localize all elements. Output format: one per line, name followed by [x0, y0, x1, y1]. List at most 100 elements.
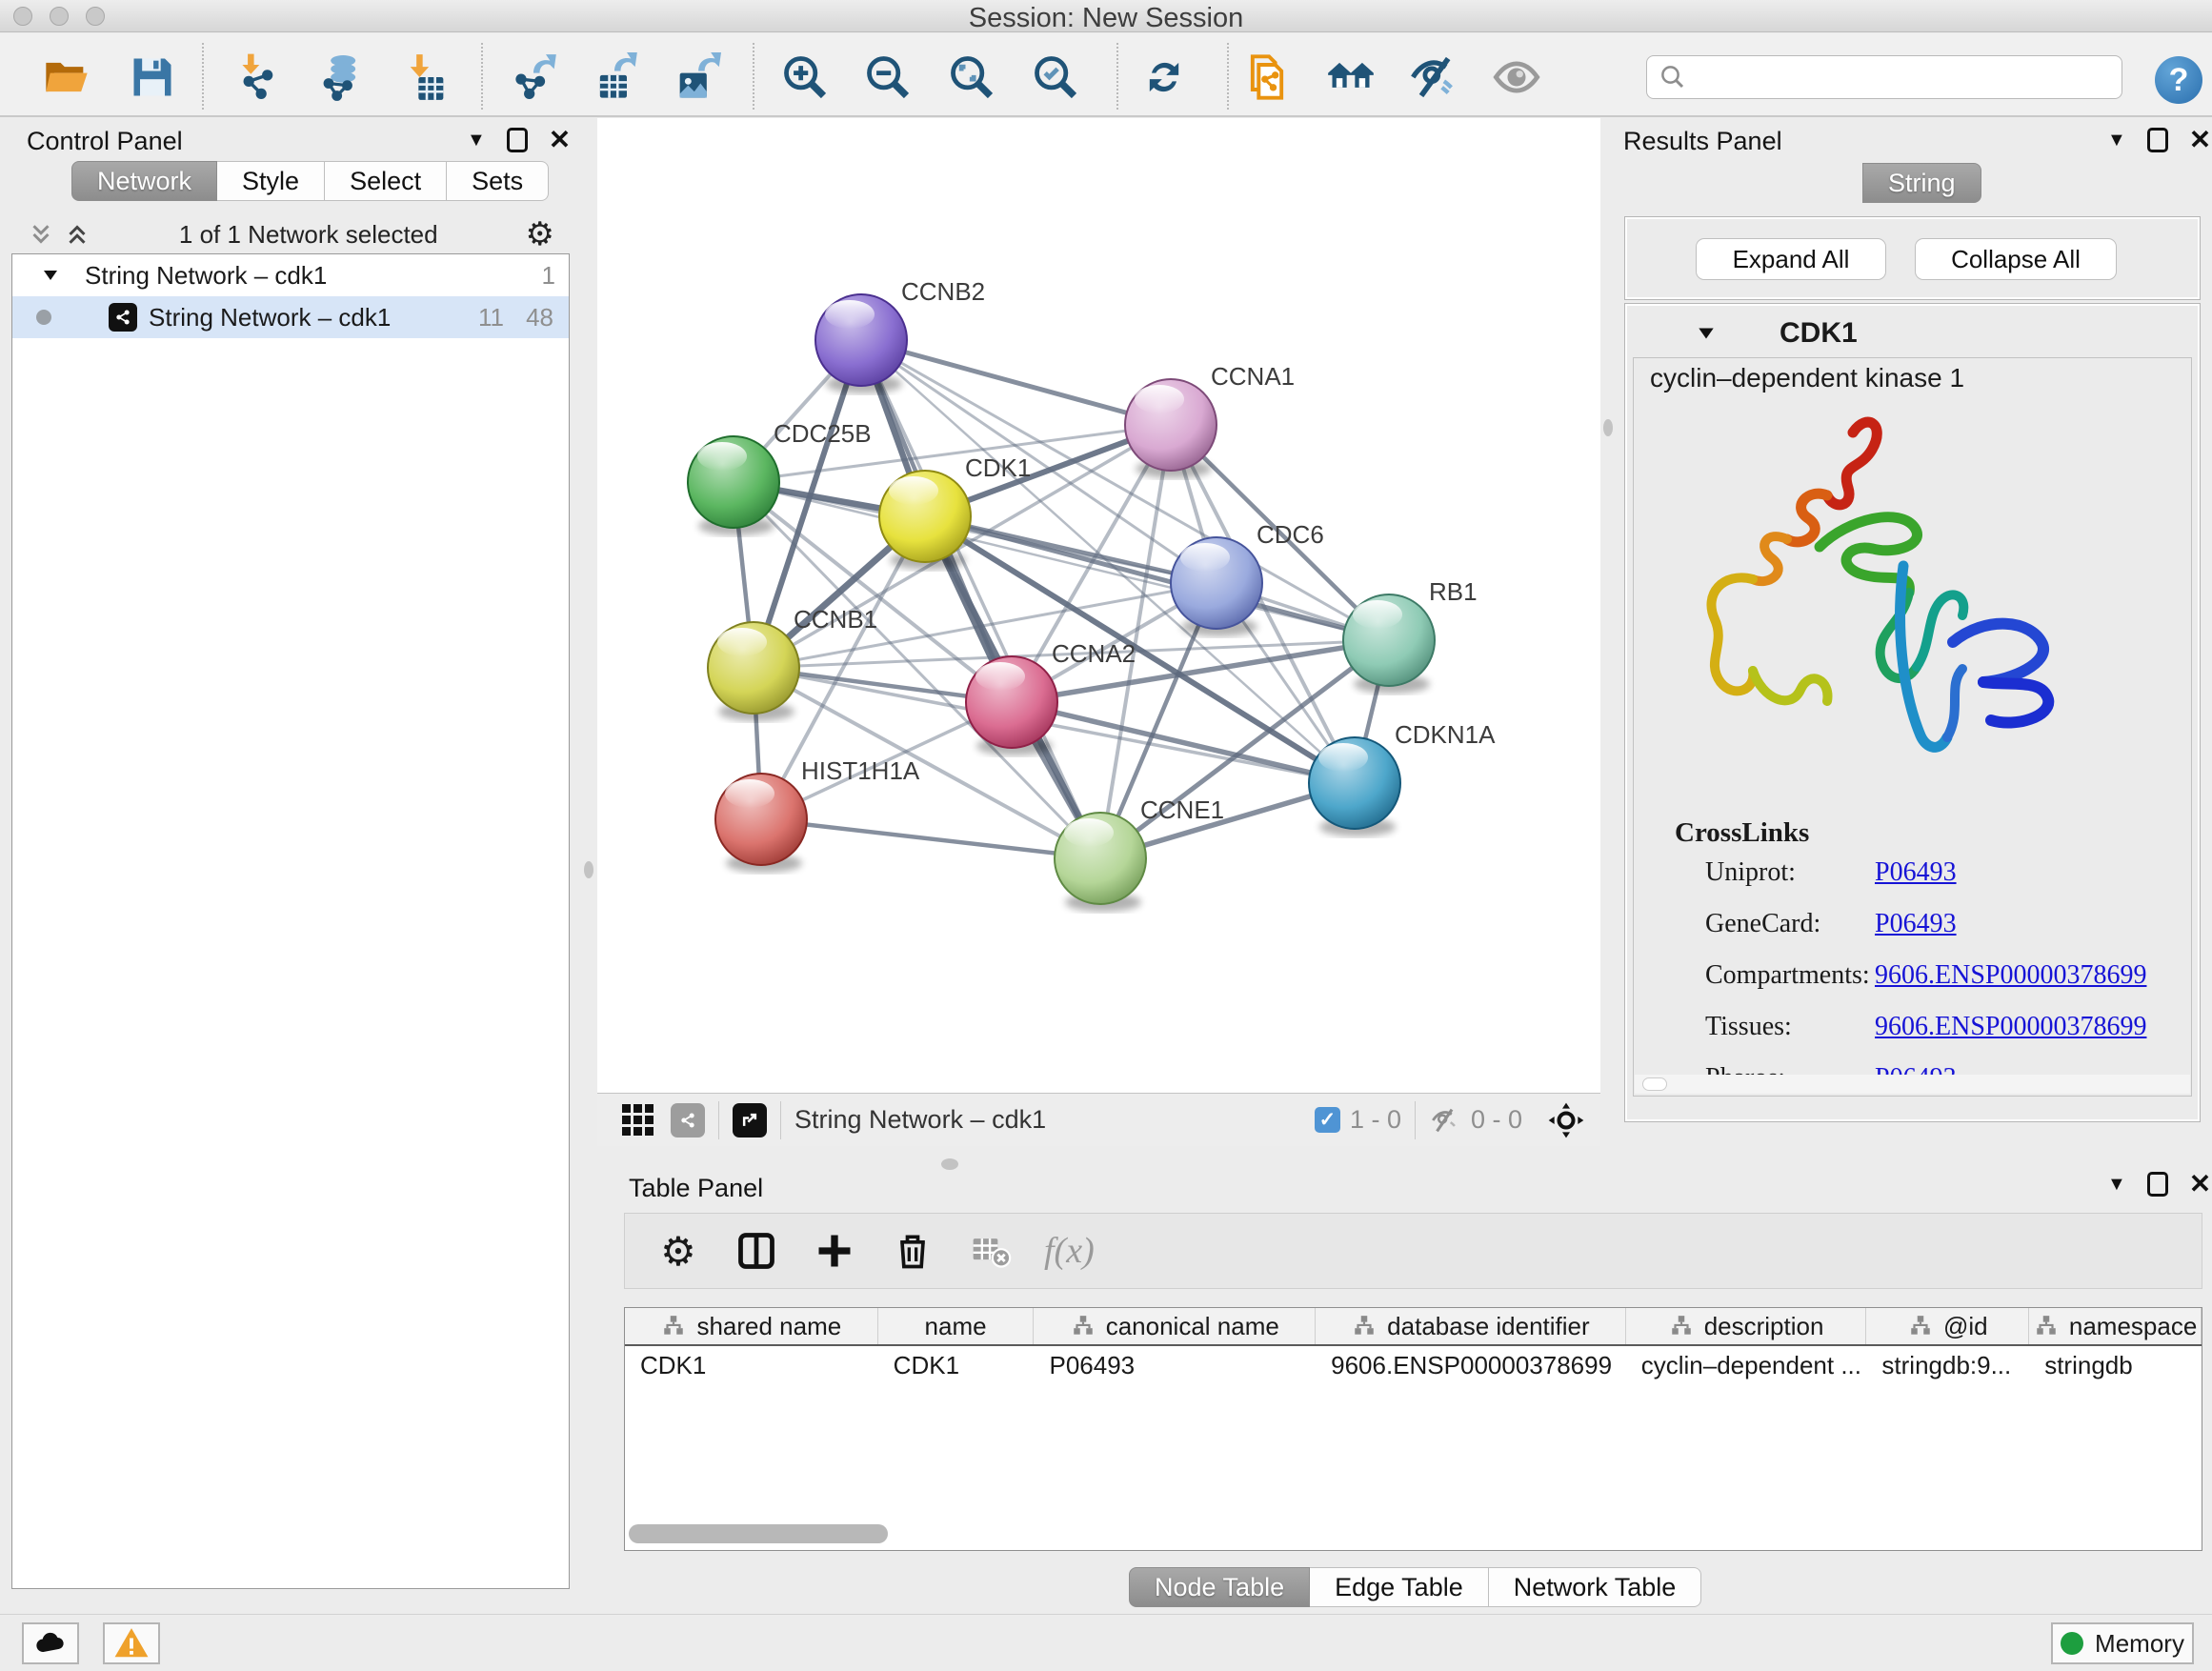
tab-network-table[interactable]: Network Table: [1489, 1567, 1702, 1607]
column-header-namespace[interactable]: namespace: [2029, 1308, 2202, 1344]
network-collection-row[interactable]: String Network – cdk1 1: [12, 254, 569, 296]
horizontal-splitter-handle[interactable]: [941, 1158, 958, 1170]
table-horizontal-scrollbar[interactable]: [629, 1524, 888, 1543]
panel-float-icon[interactable]: [507, 128, 528, 152]
panel-close-icon[interactable]: ✕: [2189, 1172, 2211, 1197]
show-all-eye-icon[interactable]: [1490, 50, 1543, 104]
search-input[interactable]: [1695, 58, 2122, 96]
column-header-canonical-name[interactable]: canonical name: [1034, 1308, 1316, 1344]
window-title: Session: New Session: [0, 3, 2212, 34]
open-session-icon[interactable]: [40, 50, 93, 104]
panel-float-icon[interactable]: [2147, 1172, 2168, 1197]
show-columns-icon[interactable]: [732, 1226, 781, 1276]
table-cell[interactable]: stringdb:9...: [1866, 1346, 2029, 1384]
birdseye-grid-icon[interactable]: [622, 1104, 654, 1136]
zoom-selected-icon[interactable]: [1029, 50, 1082, 104]
table-options-gear-icon[interactable]: ⚙: [654, 1226, 703, 1276]
tab-sets[interactable]: Sets: [447, 161, 549, 201]
export-network-icon[interactable]: [507, 50, 560, 104]
save-session-icon[interactable]: [126, 50, 179, 104]
network-canvas[interactable]: CCNB2CCNA1CDC25BCDK1CDC6RB1CCNB1CCNA2CDK…: [597, 118, 1600, 1093]
collapse-all-button[interactable]: Collapse All: [1915, 238, 2117, 280]
zoom-in-icon[interactable]: [778, 50, 832, 104]
table-cell[interactable]: cyclin–dependent ...: [1626, 1346, 1867, 1384]
tab-style[interactable]: Style: [217, 161, 325, 201]
column-header-name[interactable]: name: [878, 1308, 1035, 1344]
hide-selected-eye-slash-icon[interactable]: [1407, 50, 1460, 104]
crosslink-link[interactable]: P06493: [1875, 909, 1957, 939]
panel-float-icon[interactable]: [2147, 128, 2168, 152]
function-builder-icon[interactable]: f(x): [1044, 1226, 1095, 1276]
string-tools-icon[interactable]: [671, 1103, 705, 1137]
table-row[interactable]: CDK1CDK1P064939606.ENSP00000378699cyclin…: [625, 1346, 2202, 1384]
collapse-all-chevron-icon[interactable]: [63, 220, 91, 249]
panel-menu-icon[interactable]: ▼: [467, 130, 486, 151]
results-scrollbar[interactable]: [1635, 1075, 2190, 1094]
refresh-icon[interactable]: [1137, 50, 1191, 104]
left-splitter-handle[interactable]: [584, 861, 593, 878]
search-field[interactable]: [1646, 55, 2122, 99]
node-label-rb1: RB1: [1429, 577, 1478, 606]
status-bar: Memory: [0, 1614, 2212, 1671]
fit-content-crosshair-icon[interactable]: [1547, 1101, 1585, 1139]
hidden-eye-slash-icon[interactable]: [1429, 1104, 1461, 1137]
table-cell[interactable]: 9606.ENSP00000378699: [1316, 1346, 1626, 1384]
section-collapse-icon[interactable]: [1696, 323, 1717, 344]
import-network-from-database-icon[interactable]: [314, 50, 368, 104]
expand-all-button[interactable]: Expand All: [1696, 238, 1886, 280]
column-header-description[interactable]: description: [1626, 1308, 1867, 1344]
column-header--id[interactable]: @id: [1866, 1308, 2029, 1344]
tab-edge-table[interactable]: Edge Table: [1310, 1567, 1489, 1607]
import-network-icon[interactable]: [232, 50, 286, 104]
collection-count: 1: [542, 261, 555, 291]
right-splitter-handle[interactable]: [1603, 419, 1613, 436]
warnings-button[interactable]: [103, 1622, 160, 1664]
table-cell[interactable]: P06493: [1034, 1346, 1316, 1384]
panel-close-icon[interactable]: ✕: [2189, 128, 2211, 152]
memory-button[interactable]: Memory: [2051, 1622, 2194, 1664]
expand-all-chevron-icon[interactable]: [27, 220, 55, 249]
crosslink-link[interactable]: 9606.ENSP00000378699: [1875, 1012, 2146, 1042]
crosslink-link[interactable]: P06493: [1875, 857, 1957, 888]
column-header-database-identifier[interactable]: database identifier: [1316, 1308, 1626, 1344]
zoom-fit-icon[interactable]: [945, 50, 998, 104]
table-cell[interactable]: stringdb: [2029, 1346, 2202, 1384]
home-networks-icon[interactable]: [1324, 50, 1377, 104]
network-options-gear-icon[interactable]: ⚙: [526, 215, 554, 253]
network-row-selected[interactable]: String Network – cdk1 11 48: [12, 296, 569, 338]
node-table[interactable]: shared namenamecanonical namedatabase id…: [624, 1307, 2202, 1551]
tab-string[interactable]: String: [1862, 163, 1981, 203]
clone-network-icon[interactable]: [1240, 50, 1294, 104]
column-header-shared-name[interactable]: shared name: [625, 1308, 878, 1344]
zoom-out-icon[interactable]: [861, 50, 915, 104]
export-image-icon[interactable]: [670, 50, 723, 104]
table-cell[interactable]: CDK1: [625, 1346, 878, 1384]
open-in-window-icon[interactable]: [733, 1103, 767, 1137]
export-table-icon[interactable]: [588, 50, 641, 104]
cloud-status-button[interactable]: [22, 1622, 79, 1664]
protein-section-header[interactable]: CDK1: [1624, 314, 2201, 352]
network-node-cdkn1a: CDKN1A: [1309, 720, 1496, 836]
delete-table-icon[interactable]: [966, 1226, 1016, 1276]
toolbar-separator: [481, 43, 483, 110]
tab-node-table[interactable]: Node Table: [1129, 1567, 1310, 1607]
crosslink-row: Compartments:9606.ENSP00000378699: [1705, 960, 2182, 1012]
help-button[interactable]: ?: [2155, 56, 2202, 104]
table-cell[interactable]: CDK1: [878, 1346, 1035, 1384]
import-table-icon[interactable]: [400, 50, 453, 104]
crosslink-link[interactable]: 9606.ENSP00000378699: [1875, 960, 2146, 991]
table-panel-title: Table Panel: [629, 1174, 763, 1203]
crosslink-label: Compartments:: [1705, 960, 1870, 990]
tab-select[interactable]: Select: [325, 161, 447, 201]
tab-network[interactable]: Network: [71, 161, 217, 201]
panel-menu-icon[interactable]: ▼: [2107, 1174, 2126, 1196]
delete-column-trash-icon[interactable]: [888, 1226, 937, 1276]
crosslink-row: Tissues:9606.ENSP00000378699: [1705, 1012, 2182, 1063]
selected-checkbox-icon[interactable]: ✓: [1315, 1107, 1340, 1133]
add-column-icon[interactable]: [810, 1226, 859, 1276]
tree-expand-icon[interactable]: [41, 266, 60, 285]
panel-menu-icon[interactable]: ▼: [2107, 130, 2126, 151]
panel-close-icon[interactable]: ✕: [549, 128, 571, 152]
toolbar-separator: [1116, 43, 1118, 110]
network-view-title: String Network – cdk1: [794, 1105, 1046, 1135]
